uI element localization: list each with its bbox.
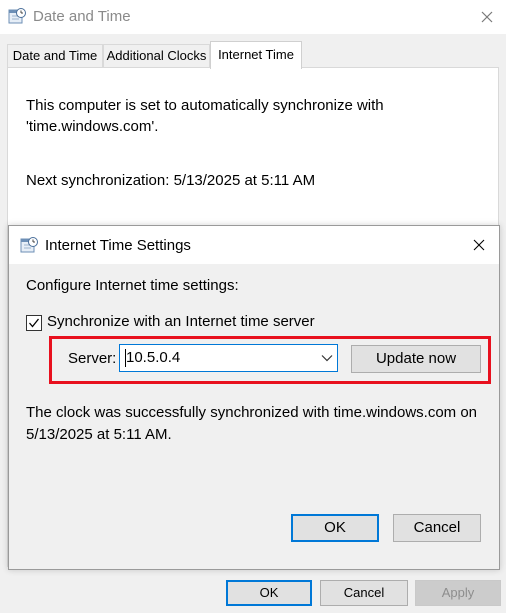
server-value[interactable]: 10.5.0.4 bbox=[126, 349, 180, 366]
tab-strip: Date and Time Additional Clocks Internet… bbox=[0, 34, 506, 69]
server-combobox[interactable]: 10.5.0.4 bbox=[119, 344, 338, 372]
apply-button: Apply bbox=[415, 580, 501, 606]
dialog-titlebar: Internet Time Settings bbox=[9, 226, 499, 264]
tab-internet-time[interactable]: Internet Time bbox=[210, 41, 302, 69]
sync-info-line2: 'time.windows.com'. bbox=[26, 118, 159, 135]
dialog-ok-button[interactable]: OK bbox=[291, 514, 379, 542]
dialog-cancel-button[interactable]: Cancel bbox=[393, 514, 481, 542]
window-title: Date and Time bbox=[33, 8, 131, 25]
server-label: Server: bbox=[68, 350, 117, 367]
sync-checkbox-label[interactable]: Synchronize with an Internet time server bbox=[47, 313, 315, 330]
chevron-down-icon[interactable] bbox=[321, 354, 333, 362]
cancel-button[interactable]: Cancel bbox=[320, 580, 408, 606]
dialog-title: Internet Time Settings bbox=[45, 237, 191, 254]
window-titlebar: Date and Time bbox=[0, 0, 506, 34]
clock-calendar-icon bbox=[8, 8, 26, 24]
sync-info-line1: This computer is set to automatically sy… bbox=[26, 97, 384, 114]
sync-status-line1: The clock was successfully synchronized … bbox=[26, 404, 478, 421]
internet-time-settings-dialog: Internet Time Settings Configure Interne… bbox=[8, 225, 500, 570]
tab-date-and-time[interactable]: Date and Time bbox=[7, 44, 103, 68]
ok-button[interactable]: OK bbox=[226, 580, 312, 606]
update-now-button[interactable]: Update now bbox=[351, 345, 481, 373]
clock-calendar-icon bbox=[20, 237, 38, 253]
tab-additional-clocks[interactable]: Additional Clocks bbox=[103, 44, 210, 68]
next-sync-text: Next synchronization: 5/13/2025 at 5:11 … bbox=[26, 172, 316, 189]
checkmark-icon bbox=[29, 318, 40, 328]
close-icon[interactable] bbox=[476, 6, 498, 28]
sync-status-line2: 5/13/2025 at 5:11 AM. bbox=[26, 426, 172, 443]
close-icon[interactable] bbox=[469, 235, 489, 255]
settings-heading: Configure Internet time settings: bbox=[26, 277, 239, 294]
sync-checkbox[interactable] bbox=[26, 315, 42, 331]
